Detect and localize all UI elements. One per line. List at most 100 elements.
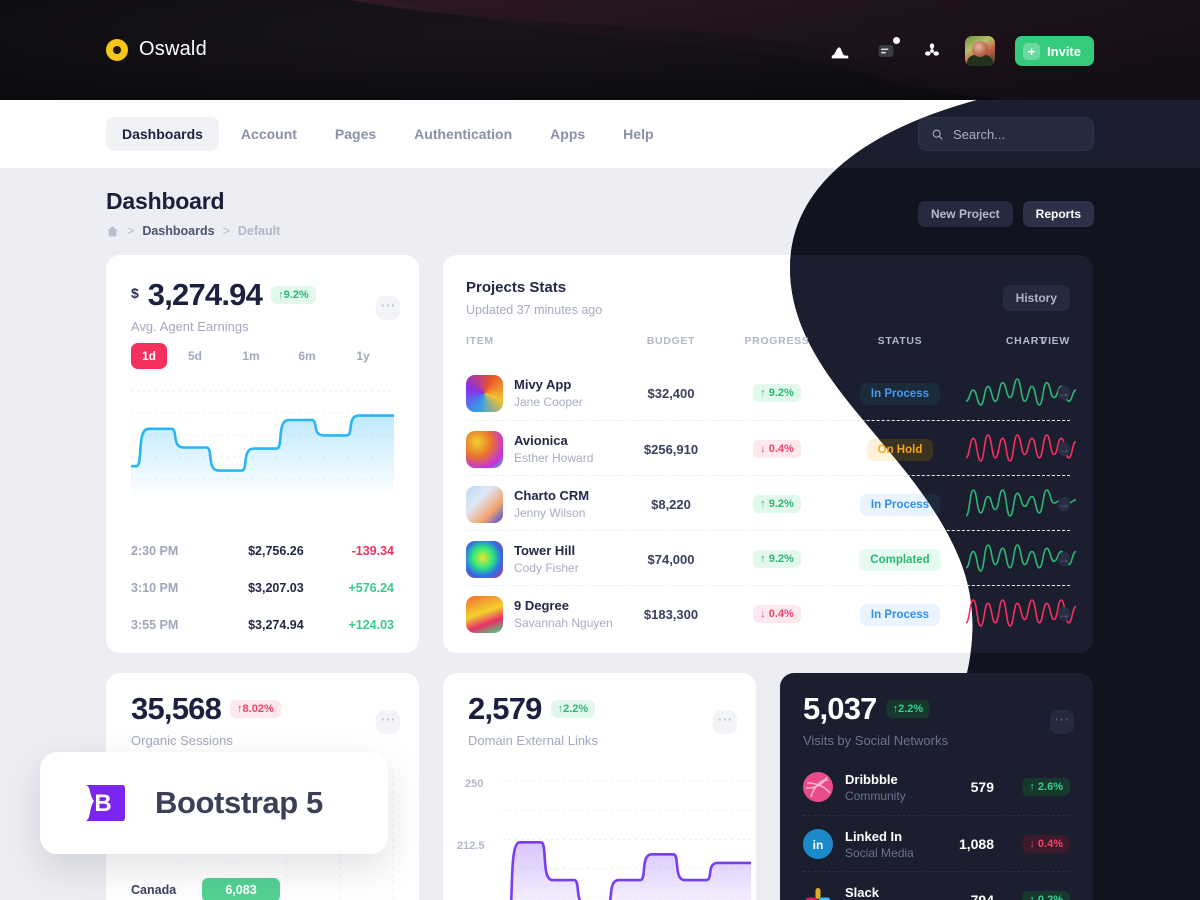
arrow-right-icon: →: [1058, 497, 1070, 511]
new-project-button[interactable]: New Project: [918, 201, 1013, 227]
range-tab-1y[interactable]: 1y: [335, 343, 391, 369]
arrow-right-icon: →: [1058, 607, 1070, 621]
breadcrumb-item-default: Default: [237, 224, 281, 238]
linkedin-icon: in: [803, 829, 833, 859]
brand-name: Oswald: [139, 38, 207, 60]
project-name: Avionica: [514, 433, 568, 448]
project-status: Complated: [836, 549, 964, 571]
col-status: STATUS: [877, 335, 923, 347]
header-actions: + Invite: [827, 36, 1094, 66]
page-actions: New Project Reports: [918, 201, 1094, 227]
earnings-range-tabs: 1d5d1m6m1y: [131, 343, 391, 369]
earnings-change: +124.03: [348, 617, 394, 632]
social-name: Slack: [845, 885, 879, 900]
app-root: Dashboards Account Pages Authentication Apps…: [0, 0, 1200, 900]
status-badge: In Process: [860, 383, 940, 405]
project-thumbnail: [466, 375, 503, 412]
domain-label: Domain External Links: [468, 732, 599, 748]
col-item: ITEM: [466, 335, 494, 347]
share-nodes-icon[interactable]: [919, 38, 945, 64]
project-view-button[interactable]: →: [1058, 602, 1070, 626]
plus-icon: +: [1023, 42, 1041, 60]
range-tab-6m[interactable]: 6m: [279, 343, 335, 369]
range-tab-5d[interactable]: 5d: [167, 343, 223, 369]
project-budget: $183,300: [643, 607, 699, 622]
project-view-button[interactable]: →: [1058, 547, 1070, 571]
project-budget: $8,220: [651, 497, 691, 512]
project-name: Charto CRM: [514, 488, 590, 503]
bootstrap-icon: B: [77, 779, 133, 827]
project-name: Tower Hill: [514, 543, 576, 558]
project-view-button[interactable]: →: [1058, 437, 1070, 461]
project-status: In Process: [836, 604, 964, 626]
earnings-price: $3,207.03: [248, 580, 304, 595]
organic-delta: ↑8.02%: [230, 700, 281, 718]
project-name: 9 Degree: [514, 598, 569, 613]
breadcrumb-sep: >: [127, 224, 135, 238]
project-view-button[interactable]: →: [1058, 381, 1070, 405]
social-menu-button[interactable]: ⋯: [1050, 710, 1074, 734]
earnings-row: 3:10 PM $3,207.03 +576.24: [131, 569, 394, 606]
earnings-menu-button[interactable]: ⋯: [376, 296, 400, 320]
search-placeholder: Search...: [953, 126, 1006, 142]
earnings-delta: ↑9.2%: [271, 286, 316, 304]
history-button[interactable]: History: [1003, 285, 1070, 311]
earnings-currency: $: [131, 285, 139, 301]
range-tab-1m[interactable]: 1m: [223, 343, 279, 369]
social-value: 5,037: [803, 691, 877, 726]
domain-menu-button[interactable]: ⋯: [713, 710, 737, 734]
project-thumbnail: [466, 431, 503, 468]
nav-item-help[interactable]: Help: [607, 117, 669, 151]
projects-title: Projects Stats: [466, 279, 567, 296]
arrow-right-icon: →: [1058, 552, 1070, 566]
arrow-right-icon: →: [1058, 442, 1070, 456]
project-owner: Cody Fisher: [514, 561, 579, 575]
earnings-label: Avg. Agent Earnings: [131, 318, 249, 334]
project-progress: ↑ 9.2%: [734, 494, 820, 513]
project-status: In Process: [836, 383, 964, 405]
earnings-row: 3:55 PM $3,274.94 +124.03: [131, 606, 394, 643]
project-owner: Jane Cooper: [514, 395, 583, 409]
search-input[interactable]: Search...: [918, 117, 1094, 151]
breadcrumb: > Dashboards > Default: [106, 224, 280, 238]
nav-item-apps[interactable]: Apps: [534, 117, 601, 151]
brand[interactable]: Oswald: [106, 38, 207, 61]
project-progress: ↑ 9.2%: [734, 383, 820, 402]
status-badge: In Process: [859, 604, 941, 626]
user-avatar[interactable]: [965, 36, 996, 66]
nav-item-authentication[interactable]: Authentication: [398, 117, 528, 151]
breadcrumb-item-dashboards[interactable]: Dashboards: [142, 224, 214, 238]
range-tab-1d[interactable]: 1d: [131, 343, 167, 369]
home-icon[interactable]: [106, 225, 119, 237]
social-delta: ↑2.2%: [885, 700, 931, 718]
project-thumbnail: [466, 486, 503, 523]
bar-label: Canada: [131, 883, 177, 897]
activity-wave-icon[interactable]: [827, 38, 853, 64]
avg-agent-earnings-card: $3,274.94 ↑9.2% Avg. Agent Earnings ⋯ 1d5d1m…: [106, 255, 419, 653]
project-name: Mivy App: [514, 377, 572, 392]
invite-label: Invite: [1047, 43, 1081, 59]
earnings-price: $3,274.94: [248, 617, 304, 632]
domain-axis-tick-1: 212.5: [457, 840, 485, 852]
earnings-time: 3:10 PM: [131, 580, 179, 595]
invite-button[interactable]: + Invite: [1015, 36, 1094, 66]
svg-text:B: B: [94, 790, 111, 817]
earnings-value: 3,274.94: [147, 277, 263, 312]
page-header: Dashboard > Dashboards > Default: [106, 188, 280, 238]
project-budget: $32,400: [647, 386, 695, 401]
social-visits: 794: [970, 892, 994, 900]
notifications-icon[interactable]: [873, 37, 901, 64]
breadcrumb-sep-2: >: [222, 224, 230, 238]
project-progress: ↑ 9.2%: [734, 549, 820, 568]
nav-item-dashboards[interactable]: Dashboards: [106, 117, 219, 151]
nav-item-pages[interactable]: Pages: [319, 117, 392, 151]
reports-button[interactable]: Reports: [1023, 201, 1094, 227]
project-view-button[interactable]: →: [1058, 492, 1070, 516]
project-thumbnail: [466, 596, 503, 633]
domain-value: 2,579: [468, 691, 542, 726]
organic-menu-button[interactable]: ⋯: [376, 710, 400, 734]
earnings-price: $2,756.26: [248, 543, 304, 558]
earnings-change: +576.24: [348, 580, 394, 595]
nav-item-account[interactable]: Account: [225, 117, 313, 151]
project-budget: $74,000: [647, 552, 695, 567]
